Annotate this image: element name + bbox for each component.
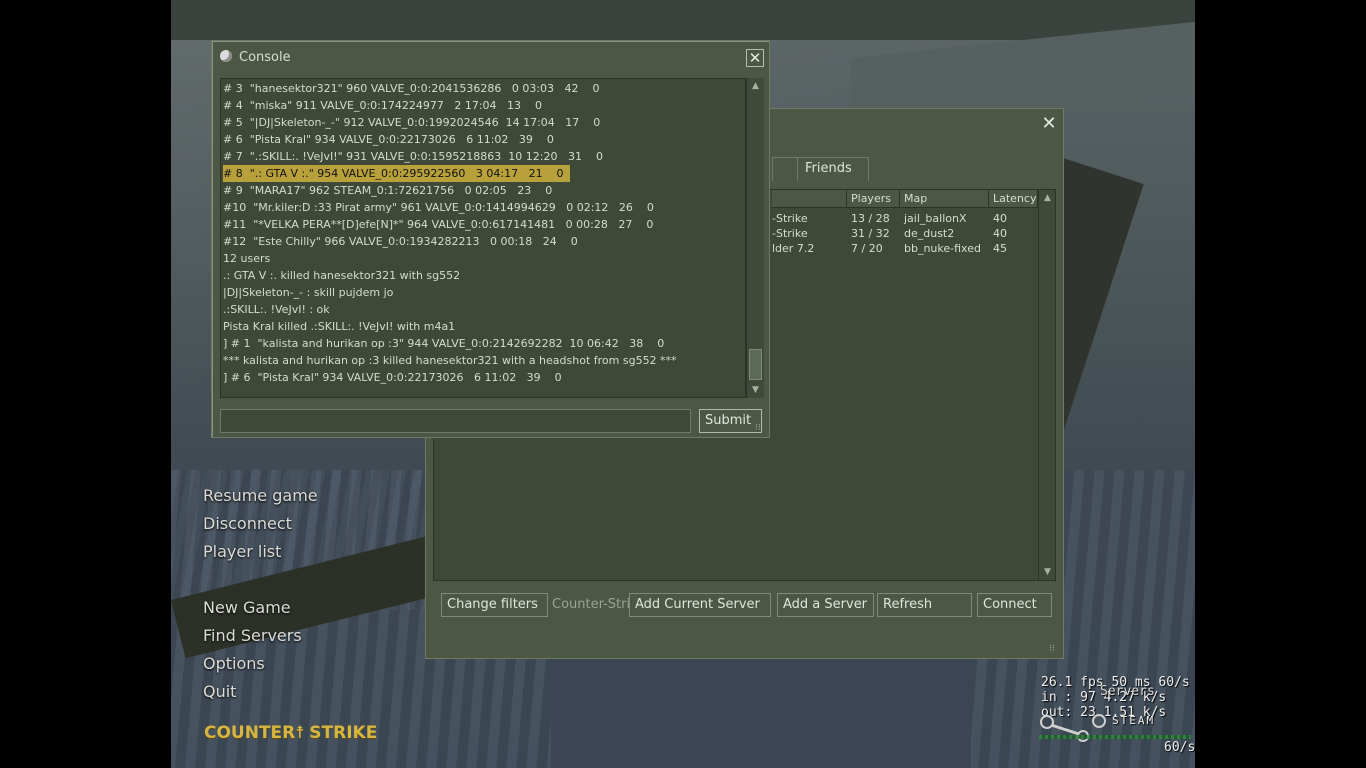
console-line: # 3 "hanesektor321" 960 VALVE_0:0:204153… (223, 80, 743, 97)
console-line-text: # 3 "hanesektor321" 960 VALVE_0:0:204153… (223, 82, 600, 95)
console-output: # 3 "hanesektor321" 960 VALVE_0:0:204153… (220, 78, 746, 398)
console-input[interactable] (220, 409, 691, 433)
column-header-name[interactable] (772, 190, 847, 208)
scroll-down-icon[interactable]: ▼ (747, 382, 764, 398)
resize-grip-icon[interactable]: ⁝⁝ (755, 423, 765, 433)
console-line-text: .:SKILL:. !VeJvI! : ok (223, 303, 330, 316)
servers-close-button[interactable]: ✕ (1040, 115, 1058, 134)
console-scrollbar[interactable]: ▲ ▼ (746, 78, 764, 398)
console-line-text: #12 "Este Chilly" 966 VALVE_0:0:19342822… (223, 235, 578, 248)
menu-player-list[interactable]: Player list (203, 542, 281, 561)
resize-grip-icon[interactable]: ⁝⁝ (1049, 644, 1059, 654)
menu-find-servers[interactable]: Find Servers (203, 626, 302, 645)
server-name: -Strike (772, 227, 808, 240)
console-line-text: #10 "Mr.kiler:D :33 Pirat army" 961 VALV… (223, 201, 654, 214)
console-line-text: # 7 ".:SKILL:. !VeJvI!" 931 VALVE_0:0:15… (223, 150, 603, 163)
column-header-latency[interactable]: Latency (989, 190, 1038, 208)
logo-text-counter: COUNTER (204, 723, 296, 743)
add-a-server-button[interactable]: Add a Server (777, 593, 874, 617)
console-line-text: # 9 "MARA17" 962 STEAM_0:1:72621756 0 02… (223, 184, 553, 197)
scroll-up-icon[interactable]: ▲ (747, 78, 764, 94)
server-name: lder 7.2 (772, 242, 815, 255)
console-line: 12 users (223, 250, 743, 267)
submit-button[interactable]: Submit (699, 409, 762, 433)
menu-options[interactable]: Options (203, 654, 265, 673)
menu-resume-game[interactable]: Resume game (203, 486, 318, 505)
column-header-map[interactable]: Map (900, 190, 989, 208)
server-latency: 40 (993, 212, 1007, 225)
refresh-button[interactable]: Refresh (877, 593, 972, 617)
netgraph-rate: 60/s (1164, 740, 1196, 755)
menu-disconnect[interactable]: Disconnect (203, 514, 292, 533)
console-line: Pista Kral killed .:SKILL:. !VeJvI! with… (223, 318, 743, 335)
tab-friends[interactable]: Friends (797, 157, 869, 181)
server-players: 31 / 32 (851, 227, 890, 240)
console-line-text: ] # 1 "kalista and hurikan op :3" 944 VA… (223, 337, 665, 350)
server-map: bb_nuke-fixed (904, 242, 981, 255)
steam-label: STEAM (1112, 714, 1156, 727)
console-line-text: |DJ|Skeleton-_- : skill pujdem jo (223, 286, 394, 299)
console-line: *** kalista and hurikan op :3 killed han… (223, 352, 743, 369)
scroll-thumb[interactable] (749, 349, 762, 380)
console-line: #12 "Este Chilly" 966 VALVE_0:0:19342822… (223, 233, 743, 250)
console-line-text: ] # 6 "Pista Kral" 934 VALVE_0:0:2217302… (223, 371, 562, 384)
add-current-server-button[interactable]: Add Current Server (629, 593, 771, 617)
console-line-text: # 6 "Pista Kral" 934 VALVE_0:0:22173026 … (223, 133, 554, 146)
console-line-text: # 8 ".: GTA V :." 954 VALVE_0:0:29592256… (223, 165, 570, 182)
console-line: # 8 ".: GTA V :." 954 VALVE_0:0:29592256… (223, 165, 743, 182)
console-line: # 4 "miska" 911 VALVE_0:0:174224977 2 17… (223, 97, 743, 114)
server-list-scrollbar[interactable]: ▲ ▼ (1038, 190, 1055, 580)
console-line: #11 "*VELKA PERA**[D]efe[N]*" 964 VALVE_… (223, 216, 743, 233)
menu-quit[interactable]: Quit (203, 682, 236, 701)
server-latency: 40 (993, 227, 1007, 240)
console-line: # 5 "|DJ|Skeleton-_-" 912 VALVE_0:0:1992… (223, 114, 743, 131)
server-players: 7 / 20 (851, 242, 883, 255)
console-line-text: .: GTA V :. killed hanesektor321 with sg… (223, 269, 461, 282)
console-line-text: #11 "*VELKA PERA**[D]efe[N]*" 964 VALVE_… (223, 218, 654, 231)
console-line: # 7 ".:SKILL:. !VeJvI!" 931 VALVE_0:0:15… (223, 148, 743, 165)
console-line-text: # 5 "|DJ|Skeleton-_-" 912 VALVE_0:0:1992… (223, 116, 601, 129)
server-map: de_dust2 (904, 227, 955, 240)
console-line: |DJ|Skeleton-_- : skill pujdem jo (223, 284, 743, 301)
console-line: ] # 6 "Pista Kral" 934 VALVE_0:0:2217302… (223, 369, 743, 386)
console-window: Console ✕ # 3 "hanesektor321" 960 VALVE_… (211, 40, 770, 438)
connect-button[interactable]: Connect (977, 593, 1052, 617)
console-line: ] # 1 "kalista and hurikan op :3" 944 VA… (223, 335, 743, 352)
server-name: -Strike (772, 212, 808, 225)
console-line-text: *** kalista and hurikan op :3 killed han… (223, 354, 677, 367)
menu-new-game[interactable]: New Game (203, 598, 291, 617)
console-line-text: Pista Kral killed .:SKILL:. !VeJvI! with… (223, 320, 456, 333)
scroll-up-icon[interactable]: ▲ (1039, 190, 1055, 206)
change-filters-button[interactable]: Change filters (441, 593, 548, 617)
server-players: 13 / 28 (851, 212, 890, 225)
console-close-button[interactable]: ✕ (746, 49, 764, 67)
counter-strike-logo: COUNTER☨ STRIKE (204, 723, 377, 743)
scroll-down-icon[interactable]: ▼ (1039, 564, 1055, 580)
console-line-text: 12 users (223, 252, 271, 265)
console-line: # 6 "Pista Kral" 934 VALVE_0:0:22173026 … (223, 131, 743, 148)
server-map: jail_ballonX (904, 212, 967, 225)
console-title: Console (239, 50, 291, 65)
console-line: .:SKILL:. !VeJvI! : ok (223, 301, 743, 318)
console-line-text: # 4 "miska" 911 VALVE_0:0:174224977 2 17… (223, 99, 543, 112)
servers-overlay-label: Servers (1100, 684, 1155, 699)
logo-text-strike: STRIKE (309, 723, 378, 743)
console-titlebar[interactable]: Console ✕ (212, 41, 769, 73)
steam-icon (220, 50, 232, 62)
logo-soldier-icon: ☨ (295, 723, 305, 743)
console-line: .: GTA V :. killed hanesektor321 with sg… (223, 267, 743, 284)
column-header-players[interactable]: Players (847, 190, 900, 208)
console-line: #10 "Mr.kiler:D :33 Pirat army" 961 VALV… (223, 199, 743, 216)
console-line: # 9 "MARA17" 962 STEAM_0:1:72621756 0 02… (223, 182, 743, 199)
netgraph-bars (1039, 735, 1191, 739)
server-latency: 45 (993, 242, 1007, 255)
tab-previous[interactable] (772, 157, 798, 181)
